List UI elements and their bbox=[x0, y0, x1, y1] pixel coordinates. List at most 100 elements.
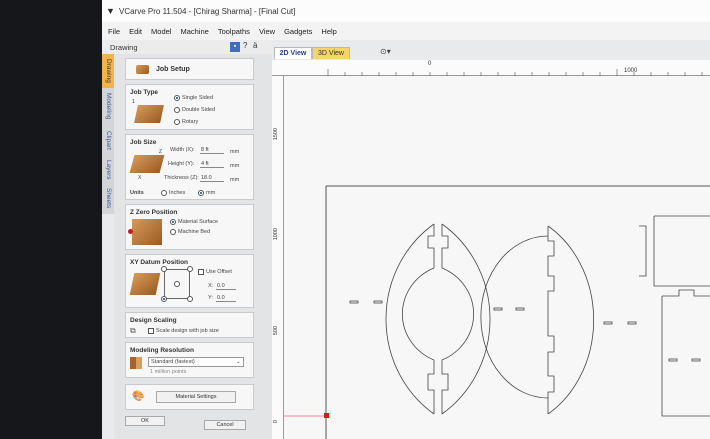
right-panel-top bbox=[653, 215, 710, 287]
design-scaling-section: Design Scaling ⧉ Scale design with job s… bbox=[125, 312, 254, 338]
units-label: Units bbox=[130, 190, 144, 196]
xy-datum-section: XY Datum Position Use Offset X: 0.0 Y: 0… bbox=[125, 254, 254, 308]
thickness-label: Thickness (Z): bbox=[164, 175, 199, 181]
rotary-label: Rotary bbox=[182, 119, 199, 125]
ok-button[interactable]: OK bbox=[125, 416, 165, 426]
ring-joint-top-right bbox=[441, 224, 449, 268]
help-icon[interactable]: ? bbox=[243, 41, 247, 50]
ring-outer-right bbox=[441, 223, 491, 415]
tab-drawing[interactable]: Drawing bbox=[102, 54, 114, 88]
ring2-joint-edge bbox=[547, 226, 555, 414]
axis-z-label: Z bbox=[159, 149, 163, 155]
job-setup-title: Job Setup bbox=[156, 66, 190, 73]
scaling-icon: ⧉ bbox=[130, 326, 136, 335]
radio-material-surface[interactable] bbox=[170, 219, 176, 225]
design-vectors bbox=[284, 185, 710, 439]
ruler-left: 1500 1000 500 0 bbox=[272, 76, 284, 439]
tab-clipart[interactable]: Clipart bbox=[102, 124, 114, 156]
datum-top-left[interactable] bbox=[161, 266, 167, 272]
ruler-left-1500: 1500 bbox=[273, 128, 279, 141]
mm-label: mm bbox=[206, 190, 216, 196]
datum-bottom-right[interactable] bbox=[187, 296, 193, 302]
menu-view[interactable]: View bbox=[259, 27, 275, 36]
material-settings-section: 🎨 Material Settings bbox=[125, 384, 254, 410]
material-boundary bbox=[325, 185, 710, 439]
tab-2d-view[interactable]: 2D View bbox=[274, 47, 312, 59]
material-settings-button[interactable]: Material Settings bbox=[156, 391, 236, 403]
radio-inches[interactable] bbox=[161, 190, 167, 196]
window-title: VCarve Pro 11.504 - [Chirag Sharma] - [F… bbox=[119, 6, 296, 16]
scale-design-label: Scale design with job size bbox=[156, 328, 219, 334]
job-setup-panel: Job Setup Job Type 1 Single Sided Double… bbox=[114, 54, 272, 439]
x-offset-input[interactable]: 0.0 bbox=[216, 282, 236, 290]
double-sided-label: Double Sided bbox=[182, 107, 216, 113]
job-size-heading: Job Size bbox=[130, 139, 157, 146]
panel-header: Drawing ▪ ? ä bbox=[102, 40, 272, 54]
ring-outer-left bbox=[385, 223, 435, 415]
ruler-top: 0 1000 bbox=[272, 60, 710, 76]
resolution-selected: Standard (fastest) bbox=[151, 359, 195, 365]
radio-single-sided[interactable] bbox=[174, 95, 180, 101]
radio-rotary[interactable] bbox=[174, 119, 180, 125]
ruler-left-500: 500 bbox=[273, 326, 279, 336]
width-input[interactable]: 8 ft bbox=[200, 146, 224, 154]
cancel-button[interactable]: Cancel bbox=[204, 420, 246, 430]
resolution-dropdown[interactable]: Standard (fastest) ⌄ bbox=[148, 357, 244, 367]
menu-toolpaths[interactable]: Toolpaths bbox=[218, 27, 250, 36]
job-size-section: Job Size Z X Width (X): 8 ft mm Height (… bbox=[125, 134, 254, 200]
job-type-number: 1 bbox=[132, 99, 136, 105]
width-label: Width (X): bbox=[170, 147, 195, 153]
drawing-area: 0 1000 1500 1000 500 0 bbox=[272, 60, 710, 439]
chevron-down-icon: ⌄ bbox=[236, 359, 241, 365]
ring-joint-bottom-right bbox=[441, 360, 449, 414]
ruler-left-0: 0 bbox=[273, 420, 279, 424]
design-scaling-heading: Design Scaling bbox=[130, 317, 177, 324]
thickness-input[interactable]: 18.0 bbox=[200, 174, 224, 182]
radio-double-sided[interactable] bbox=[174, 107, 180, 113]
close-panel-icon[interactable]: ä bbox=[253, 41, 257, 50]
job-setup-icon bbox=[136, 65, 149, 74]
menu-help[interactable]: Help bbox=[321, 27, 336, 36]
modeling-resolution-section: Modeling Resolution Standard (fastest) ⌄… bbox=[125, 342, 254, 378]
pin-icon[interactable]: ▪ bbox=[230, 42, 240, 52]
radio-machine-bed[interactable] bbox=[170, 229, 176, 235]
tab-layers[interactable]: Layers bbox=[102, 156, 114, 184]
menu-machine[interactable]: Machine bbox=[180, 27, 208, 36]
ruler-top-1000: 1000 bbox=[624, 68, 638, 74]
radio-mm[interactable] bbox=[198, 190, 204, 196]
machine-bed-label: Machine Bed bbox=[178, 229, 211, 235]
height-input[interactable]: 4 ft bbox=[200, 160, 224, 168]
menu-model[interactable]: Model bbox=[151, 27, 171, 36]
job-type-heading: Job Type bbox=[130, 89, 159, 96]
design-canvas[interactable] bbox=[284, 76, 710, 439]
datum-center[interactable] bbox=[174, 281, 180, 287]
vcarve-window: ▼ VCarve Pro 11.504 - [Chirag Sharma] - … bbox=[102, 0, 710, 439]
y-offset-input[interactable]: 0.0 bbox=[216, 294, 236, 302]
height-unit: mm bbox=[230, 163, 240, 169]
thickness-unit: mm bbox=[230, 177, 240, 183]
datum-bottom-left[interactable] bbox=[161, 296, 167, 302]
title-bar: ▼ VCarve Pro 11.504 - [Chirag Sharma] - … bbox=[102, 0, 710, 22]
view-options-icon[interactable]: ⊙▾ bbox=[380, 47, 391, 56]
origin-marker bbox=[324, 413, 329, 418]
menu-gadgets[interactable]: Gadgets bbox=[284, 27, 312, 36]
side-tab-strip: Drawing Modeling Clipart Layers Sheets bbox=[102, 54, 114, 214]
ruler-top-ticks bbox=[327, 69, 703, 76]
ring-joint-bottom-left bbox=[427, 360, 435, 414]
menu-file[interactable]: File bbox=[108, 27, 120, 36]
job-type-section: Job Type 1 Single Sided Double Sided Rot… bbox=[125, 84, 254, 130]
tab-3d-view[interactable]: 3D View bbox=[312, 47, 350, 59]
menu-edit[interactable]: Edit bbox=[129, 27, 142, 36]
tab-sheets[interactable]: Sheets bbox=[102, 184, 114, 212]
tab-modeling[interactable]: Modeling bbox=[102, 88, 114, 124]
height-label: Height (Y): bbox=[168, 161, 195, 167]
x-offset-label: X: bbox=[208, 283, 214, 289]
scale-design-checkbox[interactable] bbox=[148, 328, 154, 334]
ring2-inner bbox=[480, 235, 549, 399]
material-surface-label: Material Surface bbox=[178, 219, 219, 225]
ring-inner-left bbox=[402, 267, 435, 361]
use-offset-checkbox[interactable] bbox=[198, 269, 204, 275]
job-size-icon bbox=[129, 155, 165, 173]
ruler-top-0: 0 bbox=[428, 61, 432, 67]
datum-top-right[interactable] bbox=[187, 266, 193, 272]
